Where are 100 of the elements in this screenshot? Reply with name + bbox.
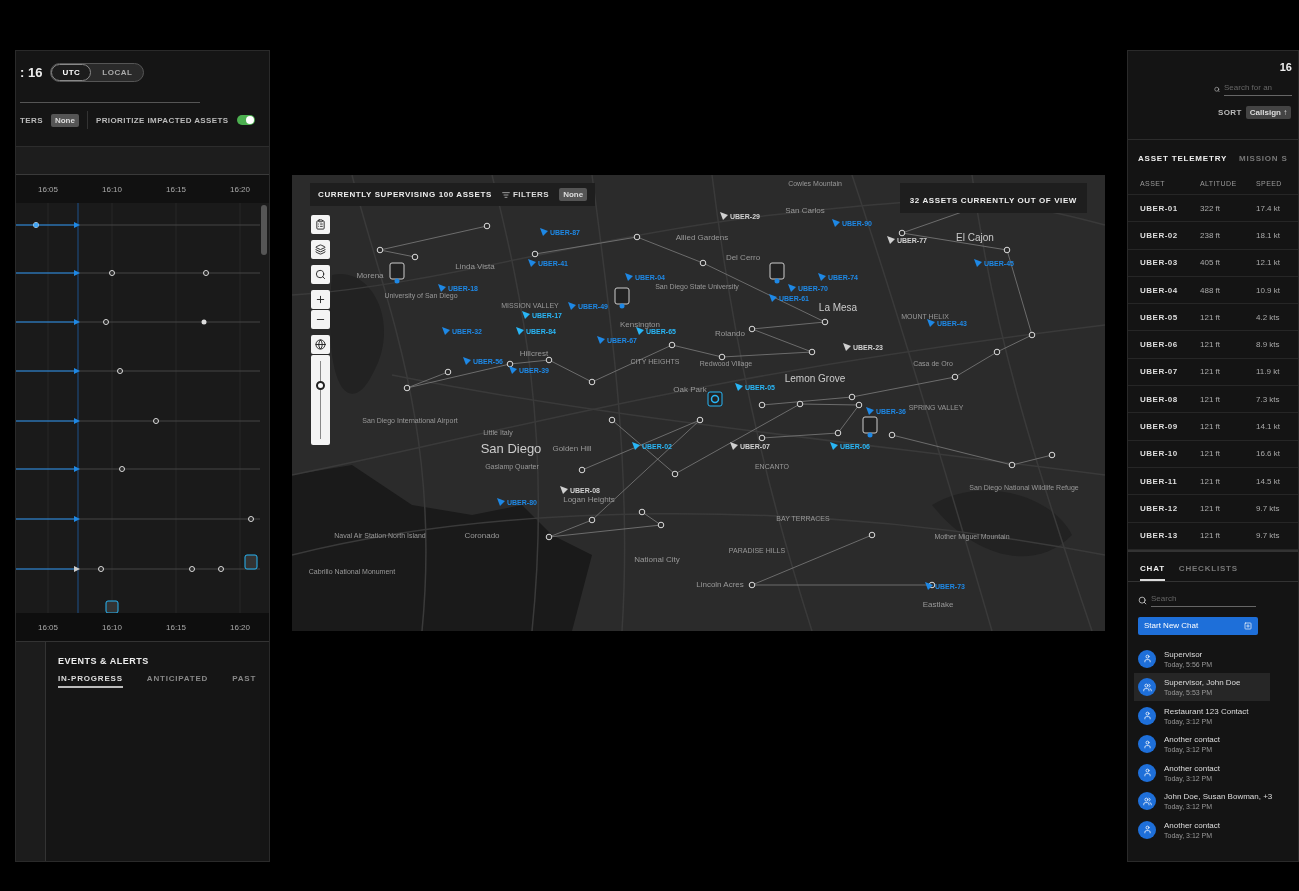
- waypoint-marker[interactable]: [506, 360, 514, 368]
- waypoint-marker[interactable]: [808, 348, 816, 356]
- waypoint-marker[interactable]: [848, 393, 856, 401]
- zoom-slider-thumb[interactable]: [316, 380, 325, 390]
- waypoint-marker[interactable]: [1008, 461, 1016, 469]
- asset-arrow-icon[interactable]: [540, 228, 548, 236]
- asset-arrow-icon[interactable]: [818, 273, 826, 281]
- waypoint-marker[interactable]: [1028, 331, 1036, 339]
- time-mode-option[interactable]: UTC: [51, 64, 92, 81]
- asset-arrow-icon[interactable]: [522, 311, 530, 319]
- events-tab[interactable]: PAST: [232, 674, 257, 688]
- time-mode-option[interactable]: LOCAL: [91, 64, 144, 81]
- waypoint-marker[interactable]: [657, 521, 665, 529]
- asset-arrow-icon[interactable]: [843, 343, 851, 351]
- waypoint-marker[interactable]: [696, 416, 704, 424]
- asset-search-field[interactable]: Search for an: [1224, 83, 1292, 96]
- map-pin-icon[interactable]: [614, 287, 630, 309]
- waypoint-marker[interactable]: [531, 250, 539, 258]
- waypoint-marker[interactable]: [668, 341, 676, 349]
- map-pin-icon[interactable]: [862, 416, 878, 438]
- chat-tab[interactable]: CHAT: [1140, 563, 1165, 581]
- waypoint-marker[interactable]: [888, 431, 896, 439]
- map-area[interactable]: [292, 175, 1105, 631]
- asset-arrow-icon[interactable]: [730, 442, 738, 450]
- waypoint-marker[interactable]: [608, 416, 616, 424]
- waypoint-marker[interactable]: [699, 259, 707, 267]
- waypoint-marker[interactable]: [483, 222, 491, 230]
- asset-arrow-icon[interactable]: [442, 327, 450, 335]
- waypoint-marker[interactable]: [545, 533, 553, 541]
- zoom-out-button[interactable]: [311, 310, 330, 329]
- asset-arrow-icon[interactable]: [735, 383, 743, 391]
- asset-arrow-icon[interactable]: [788, 284, 796, 292]
- asset-arrow-icon[interactable]: [625, 273, 633, 281]
- asset-arrow-icon[interactable]: [866, 407, 874, 415]
- waypoint-marker[interactable]: [898, 229, 906, 237]
- asset-arrow-icon[interactable]: [974, 259, 982, 267]
- events-tab[interactable]: ANTICIPATED: [146, 674, 209, 688]
- waypoint-marker[interactable]: [403, 384, 411, 392]
- waypoint-marker[interactable]: [588, 516, 596, 524]
- waypoint-marker[interactable]: [821, 318, 829, 326]
- asset-arrow-icon[interactable]: [830, 442, 838, 450]
- asset-arrow-icon[interactable]: [528, 259, 536, 267]
- waypoint-marker[interactable]: [633, 233, 641, 241]
- panel-tab[interactable]: MISSION S: [1239, 154, 1288, 163]
- search-button[interactable]: [311, 265, 330, 284]
- asset-arrow-icon[interactable]: [463, 357, 471, 365]
- waypoint-marker[interactable]: [758, 401, 766, 409]
- waypoint-marker[interactable]: [993, 348, 1001, 356]
- filters-value[interactable]: None: [50, 113, 79, 127]
- waypoint-marker[interactable]: [748, 325, 756, 333]
- prioritize-switch[interactable]: [236, 115, 255, 125]
- waypoint-marker[interactable]: [748, 581, 756, 589]
- asset-arrow-icon[interactable]: [927, 319, 935, 327]
- asset-arrow-icon[interactable]: [438, 284, 446, 292]
- panel-tab[interactable]: ASSET TELEMETRY: [1138, 154, 1228, 163]
- asset-arrow-icon[interactable]: [632, 442, 640, 450]
- chat-tab[interactable]: CHECKLISTS: [1178, 563, 1238, 581]
- waypoint-marker[interactable]: [444, 368, 452, 376]
- waypoint-marker[interactable]: [411, 253, 419, 261]
- zoom-in-button[interactable]: [311, 290, 330, 309]
- waypoint-marker[interactable]: [638, 508, 646, 516]
- waypoint-marker[interactable]: [671, 470, 679, 478]
- clipboard-button[interactable]: [311, 215, 330, 234]
- layers-button[interactable]: [311, 240, 330, 259]
- asset-arrow-icon[interactable]: [509, 366, 517, 374]
- waypoint-marker[interactable]: [376, 246, 384, 254]
- waypoint-marker[interactable]: [718, 353, 726, 361]
- asset-arrow-icon[interactable]: [887, 236, 895, 244]
- start-new-chat-button[interactable]: Start New Chat: [1138, 616, 1258, 635]
- sort-button[interactable]: Callsign ↑: [1245, 106, 1292, 119]
- waypoint-marker[interactable]: [834, 429, 842, 437]
- asset-arrow-icon[interactable]: [769, 294, 777, 302]
- filters-value[interactable]: None: [559, 188, 588, 201]
- map-pin-icon[interactable]: [389, 262, 405, 284]
- waypoint-marker[interactable]: [1048, 451, 1056, 459]
- chat-search-field[interactable]: Search: [1151, 593, 1256, 607]
- waypoint-marker[interactable]: [1003, 246, 1011, 254]
- events-tab[interactable]: IN-PROGRESS: [58, 674, 123, 688]
- waypoint-marker[interactable]: [951, 373, 959, 381]
- asset-arrow-icon[interactable]: [497, 498, 505, 506]
- waypoint-marker[interactable]: [545, 356, 553, 364]
- asset-arrow-icon[interactable]: [560, 486, 568, 494]
- waypoint-marker[interactable]: [868, 531, 876, 539]
- waypoint-marker[interactable]: [796, 400, 804, 408]
- waypoint-marker[interactable]: [578, 466, 586, 474]
- asset-arrow-icon[interactable]: [597, 336, 605, 344]
- asset-arrow-icon[interactable]: [568, 302, 576, 310]
- asset-arrow-icon[interactable]: [832, 219, 840, 227]
- waypoint-marker[interactable]: [758, 434, 766, 442]
- zoom-slider[interactable]: [311, 355, 330, 445]
- waypoint-marker[interactable]: [588, 378, 596, 386]
- globe-button[interactable]: [311, 335, 330, 354]
- target-pin-icon[interactable]: [707, 391, 723, 407]
- waypoint-marker[interactable]: [855, 401, 863, 409]
- asset-arrow-icon[interactable]: [720, 212, 728, 220]
- map-pin-icon[interactable]: [769, 262, 785, 284]
- asset-arrow-icon[interactable]: [925, 582, 933, 590]
- time-mode-toggle[interactable]: UTC LOCAL: [50, 63, 145, 82]
- filters-button[interactable]: FILTERS: [501, 190, 550, 199]
- asset-arrow-icon[interactable]: [516, 327, 524, 335]
